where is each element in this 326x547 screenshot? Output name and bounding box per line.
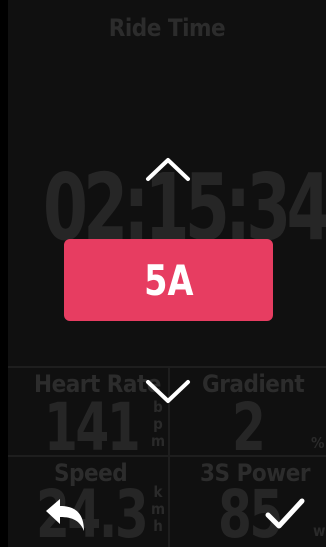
back-arrow-icon[interactable] [42,495,88,535]
speed-unit: k m h [151,483,166,535]
ride-time-label: Ride Time [108,14,226,42]
checkmark-icon[interactable] [264,496,306,532]
chevron-down-icon[interactable] [145,378,191,406]
selection-value-button[interactable]: 5A [64,239,273,321]
selection-value-label: 5A [143,255,194,305]
heart-rate-value: 141 [44,389,141,466]
chevron-up-icon[interactable] [145,155,191,183]
heart-rate-unit: b p m [151,398,166,450]
grid-divider-top [8,366,326,368]
gradient-unit: % [311,434,325,452]
power-3s-unit: w [313,522,326,540]
device-screen: Ride Time 02:15:34 Heart Rate 141 b p m … [8,0,326,547]
gradient-value: 2 [232,389,266,466]
